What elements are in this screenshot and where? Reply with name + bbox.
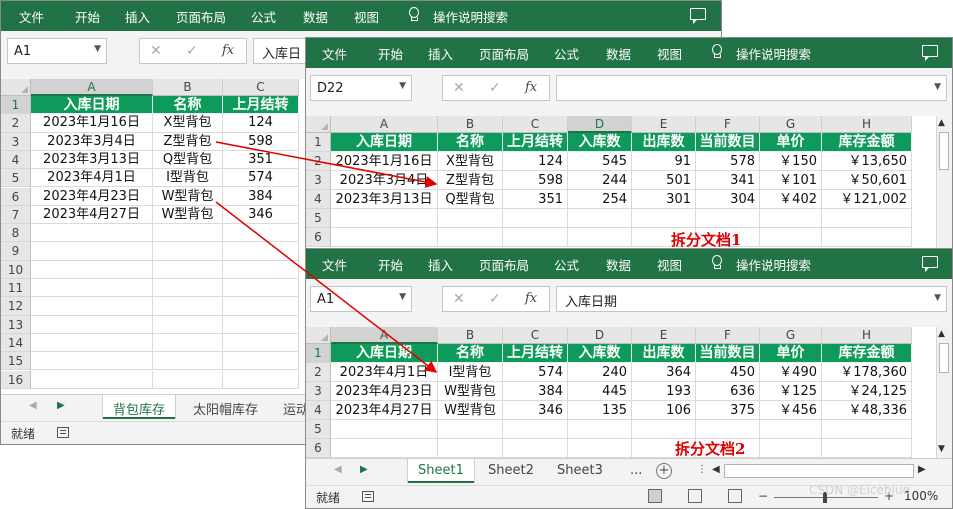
arrow-to-doc2 bbox=[215, 201, 438, 373]
arrow-to-doc1 bbox=[215, 141, 438, 188]
arrows-overlay bbox=[215, 141, 438, 373]
desktop: { "menu":["文件","开始","插入","页面布局","公式","数据… bbox=[0, 0, 953, 509]
